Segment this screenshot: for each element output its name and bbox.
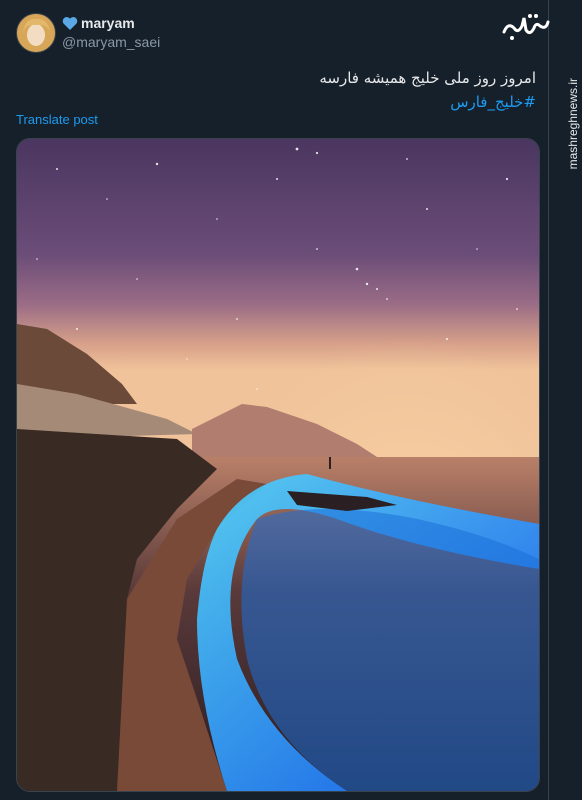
watermark-site-url: mashreghnews.ir: [566, 78, 580, 170]
blue-heart-icon: [62, 16, 78, 31]
name-row: maryam: [62, 15, 135, 31]
user-handle[interactable]: @maryam_saei: [62, 34, 160, 50]
hashtag-link[interactable]: #خلیج_فارس: [106, 90, 536, 114]
translate-post-link[interactable]: Translate post: [16, 112, 98, 127]
post-text-block: امروز روز ملی خلیج همیشه فارسه #خلیج_فار…: [106, 66, 536, 114]
avatar[interactable]: [16, 13, 56, 53]
mashregh-logo-icon: [500, 8, 552, 48]
display-name[interactable]: maryam: [81, 15, 135, 31]
tweet[interactable]: maryam @maryam_saei امروز روز ملی خلیج ه…: [0, 0, 548, 800]
post-image[interactable]: [16, 138, 540, 792]
post-text: امروز روز ملی خلیج همیشه فارسه: [319, 69, 536, 87]
